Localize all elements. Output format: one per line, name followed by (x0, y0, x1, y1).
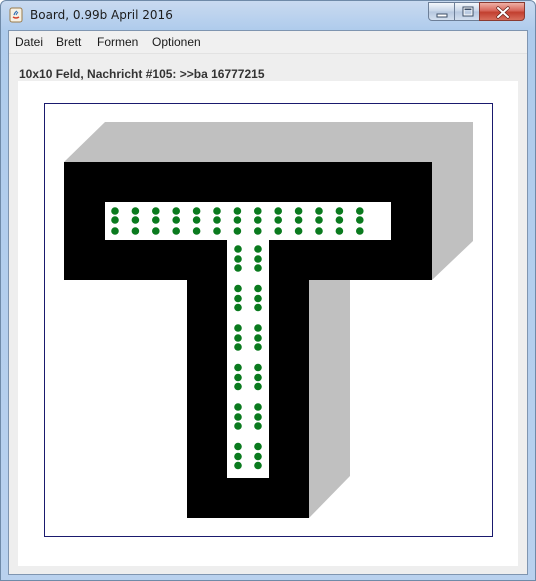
green-dot (234, 422, 242, 430)
shape-shadow-stem (309, 280, 350, 518)
green-dot (192, 207, 201, 215)
green-dot (254, 264, 262, 272)
content-area: Datei Brett Formen Optionen 10x10 Feld, … (8, 30, 528, 575)
close-button[interactable] (479, 2, 525, 21)
menu-datei[interactable]: Datei (15, 35, 43, 49)
green-dot (335, 216, 344, 224)
maximize-button[interactable] (454, 2, 480, 21)
green-dot (254, 245, 262, 253)
green-dot (234, 452, 242, 461)
green-dot (254, 413, 262, 421)
green-dot (254, 403, 262, 411)
minimize-icon (436, 13, 448, 18)
green-dot (172, 227, 180, 235)
green-dot (233, 207, 242, 215)
green-dot (356, 216, 364, 224)
maximize-icon (462, 6, 474, 17)
green-dot (315, 216, 323, 224)
board-canvas[interactable] (44, 103, 493, 537)
green-dot (213, 207, 221, 215)
menu-optionen[interactable]: Optionen (152, 35, 201, 49)
green-dot (254, 422, 262, 430)
green-dot (356, 227, 364, 235)
green-dot (234, 382, 242, 391)
green-dot (234, 373, 242, 382)
green-dot (234, 413, 242, 421)
green-dot (234, 363, 242, 372)
green-dot (335, 207, 344, 215)
green-dot (254, 216, 262, 224)
green-dot (254, 227, 262, 235)
green-dot (254, 461, 262, 470)
green-dot (234, 284, 242, 293)
minimize-button[interactable] (428, 2, 455, 21)
green-dot (254, 284, 262, 293)
green-dot (254, 303, 262, 312)
menu-brett[interactable]: Brett (56, 35, 81, 49)
green-dot (254, 452, 262, 461)
green-dot (234, 442, 242, 451)
green-dot (254, 442, 262, 451)
green-dot (131, 227, 140, 235)
green-dot (234, 264, 242, 272)
green-dot (234, 403, 242, 411)
board-drawing (64, 122, 473, 518)
green-dot (234, 461, 242, 470)
green-dot (131, 216, 140, 224)
green-dot (172, 216, 180, 224)
green-dot (233, 227, 242, 235)
green-dot (294, 207, 303, 215)
green-dot (294, 216, 303, 224)
green-dot (254, 363, 262, 372)
green-dot (111, 207, 119, 215)
green-dot (254, 343, 262, 351)
java-icon (9, 7, 23, 23)
green-dot (111, 216, 119, 224)
green-dot (152, 207, 160, 215)
green-dot (192, 216, 201, 224)
green-dot (152, 227, 160, 235)
green-dot (254, 294, 262, 303)
green-dot (274, 227, 282, 235)
green-dot (213, 227, 221, 235)
green-dot (315, 207, 323, 215)
menu-bar: Datei Brett Formen Optionen (9, 31, 527, 54)
green-dot (315, 227, 323, 235)
green-dot (254, 324, 262, 332)
green-dot (254, 382, 262, 391)
green-dot (234, 324, 242, 332)
title-bar[interactable]: Board, 0.99b April 2016 (1, 1, 535, 29)
green-dot (131, 207, 140, 215)
green-dot (234, 343, 242, 351)
green-dot (213, 216, 221, 224)
green-dot (152, 216, 160, 224)
application-window: Board, 0.99b April 2016 Datei Brett Form… (0, 0, 536, 581)
green-dot (254, 207, 262, 215)
green-dot (335, 227, 344, 235)
window-title: Board, 0.99b April 2016 (30, 8, 173, 22)
green-dot (234, 334, 242, 342)
green-dot (234, 245, 242, 253)
green-dot (233, 216, 242, 224)
green-dot (274, 207, 282, 215)
green-dot (254, 255, 262, 263)
menu-formen[interactable]: Formen (97, 35, 138, 49)
green-dot (234, 255, 242, 263)
board-panel (18, 81, 518, 566)
green-dot (274, 216, 282, 224)
green-dot (356, 207, 364, 215)
green-dot (294, 227, 303, 235)
status-message: 10x10 Feld, Nachricht #105: >>ba 1677721… (19, 67, 265, 81)
green-dot (254, 373, 262, 382)
green-dot (172, 207, 180, 215)
green-dot (234, 294, 242, 303)
close-icon (496, 6, 510, 19)
green-dot (111, 227, 119, 235)
green-dot (192, 227, 201, 235)
green-dot (234, 303, 242, 312)
green-dot (254, 334, 262, 342)
